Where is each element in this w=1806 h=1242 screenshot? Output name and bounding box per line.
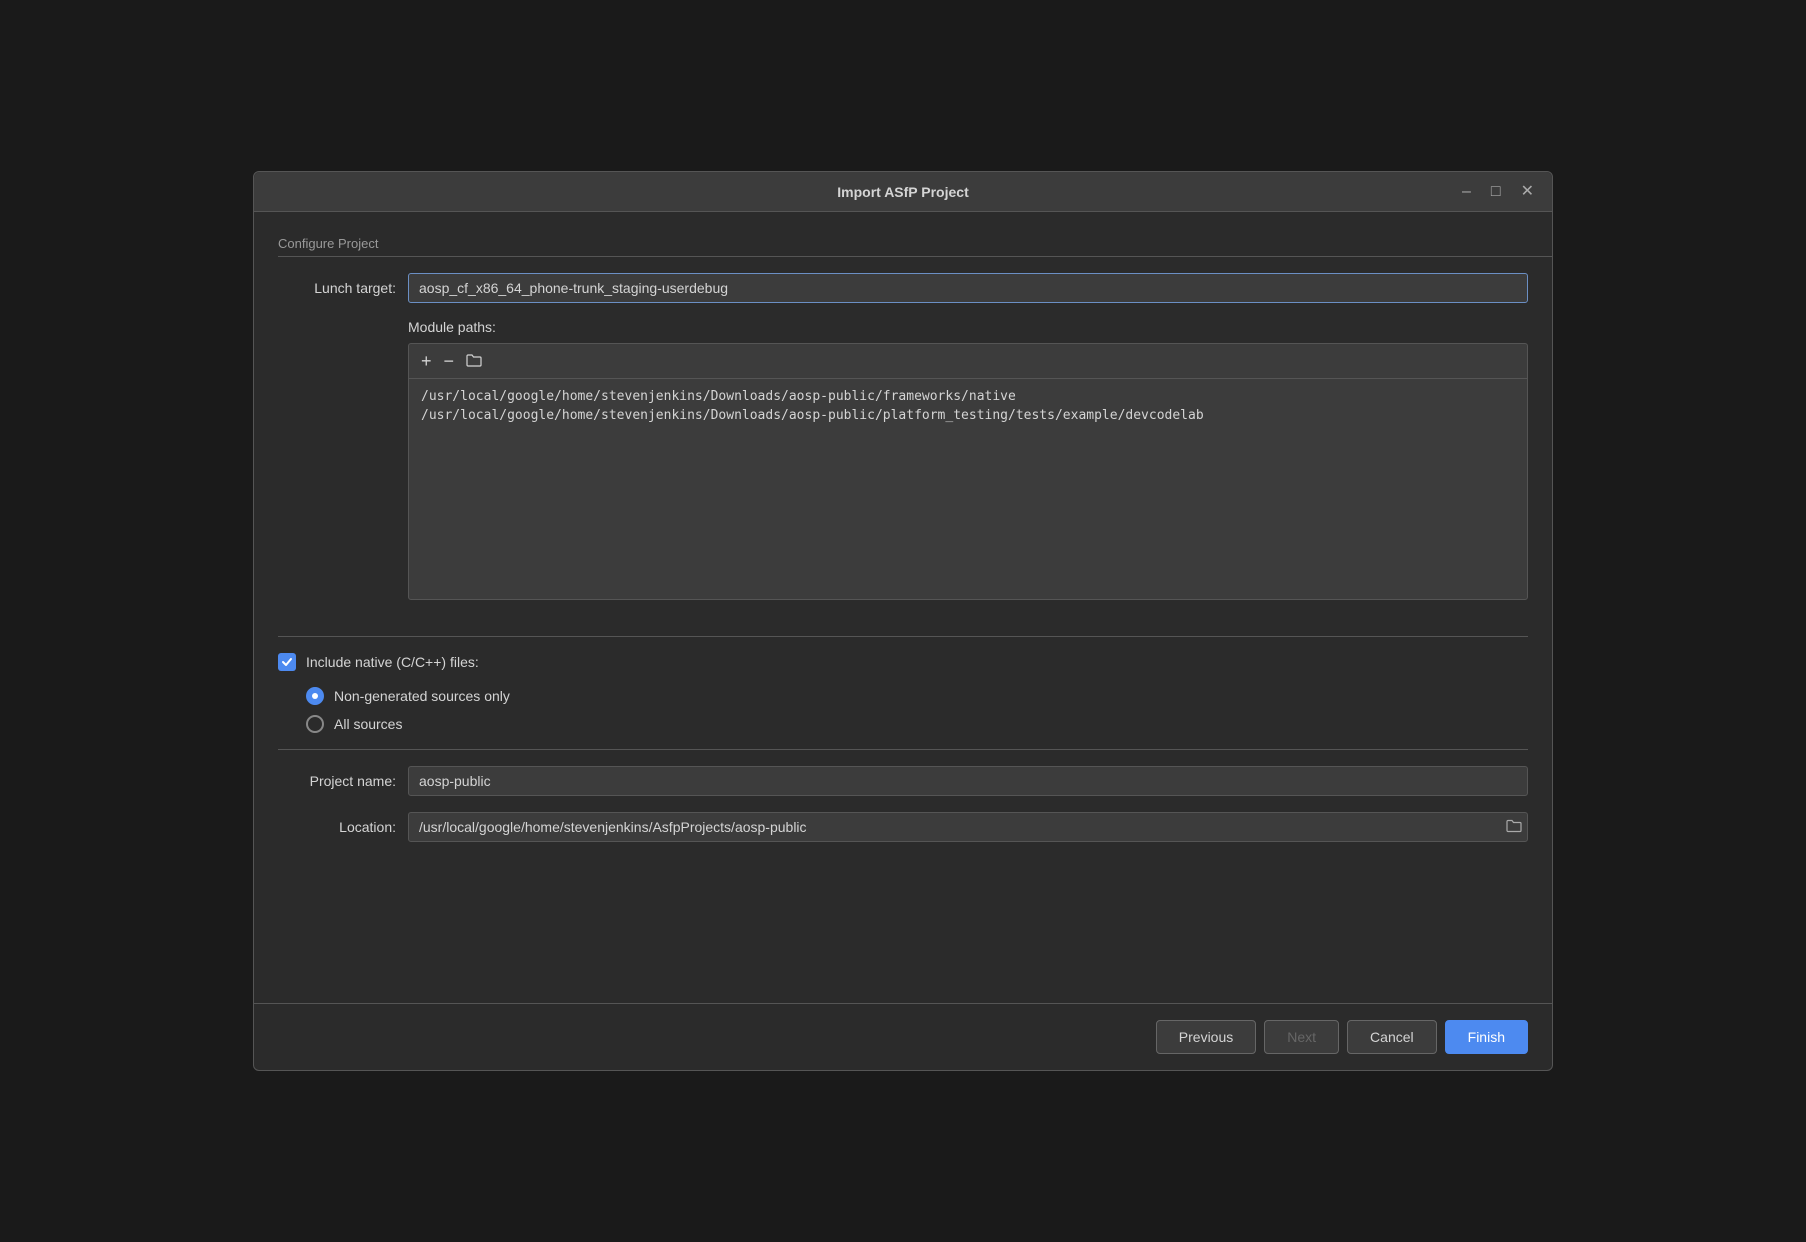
separator-2 [278, 749, 1528, 750]
previous-button[interactable]: Previous [1156, 1020, 1256, 1054]
project-name-input[interactable] [408, 766, 1528, 796]
radio-all-sources[interactable]: All sources [306, 715, 1528, 733]
section-header: Configure Project [278, 236, 1528, 257]
radio-all-sources-indicator [306, 715, 324, 733]
finish-button[interactable]: Finish [1445, 1020, 1528, 1054]
location-input-wrapper [408, 812, 1528, 842]
include-native-row: Include native (C/C++) files: [278, 653, 1528, 671]
module-paths-container: + − /usr/local/google/home/stevenjenkins… [408, 343, 1528, 600]
import-dialog: Import ASfP Project – □ ✕ Configure Proj… [253, 171, 1553, 1071]
radio-non-generated-label: Non-generated sources only [334, 688, 510, 704]
titlebar: Import ASfP Project – □ ✕ [254, 172, 1552, 212]
add-path-button[interactable]: + [417, 350, 436, 372]
dialog-body: Configure Project Lunch target: Module p… [254, 212, 1552, 1003]
project-name-row: Project name: [278, 766, 1528, 796]
next-button[interactable]: Next [1264, 1020, 1339, 1054]
radio-non-generated-indicator [306, 687, 324, 705]
radio-all-sources-label: All sources [334, 716, 402, 732]
window-controls: – □ ✕ [1456, 182, 1540, 202]
module-paths-label: Module paths: [408, 319, 1528, 335]
location-label: Location: [278, 819, 408, 835]
minimize-button[interactable]: – [1456, 182, 1477, 202]
separator-1 [278, 636, 1528, 637]
project-name-label: Project name: [278, 773, 408, 789]
include-native-checkbox[interactable] [278, 653, 296, 671]
module-paths-list: /usr/local/google/home/stevenjenkins/Dow… [409, 379, 1527, 599]
cancel-button[interactable]: Cancel [1347, 1020, 1437, 1054]
remove-path-button[interactable]: − [440, 350, 459, 372]
lunch-target-input[interactable] [408, 273, 1528, 303]
maximize-button[interactable]: □ [1485, 182, 1507, 202]
location-browse-button[interactable] [1506, 819, 1522, 836]
location-row: Location: [278, 812, 1528, 842]
list-item: /usr/local/google/home/stevenjenkins/Dow… [417, 406, 1519, 425]
radio-non-generated[interactable]: Non-generated sources only [306, 687, 1528, 705]
dialog-footer: Previous Next Cancel Finish [254, 1003, 1552, 1070]
lunch-target-label: Lunch target: [278, 280, 408, 296]
source-options-group: Non-generated sources only All sources [306, 687, 1528, 733]
include-native-label: Include native (C/C++) files: [306, 654, 479, 670]
close-button[interactable]: ✕ [1515, 182, 1540, 202]
module-paths-section: Module paths: + − /usr/local/google/home… [278, 319, 1528, 600]
module-paths-toolbar: + − [409, 344, 1527, 379]
location-input[interactable] [408, 812, 1528, 842]
dialog-title: Import ASfP Project [837, 184, 968, 200]
browse-path-button[interactable] [462, 350, 486, 372]
list-item: /usr/local/google/home/stevenjenkins/Dow… [417, 387, 1519, 406]
lunch-target-row: Lunch target: [278, 273, 1528, 303]
